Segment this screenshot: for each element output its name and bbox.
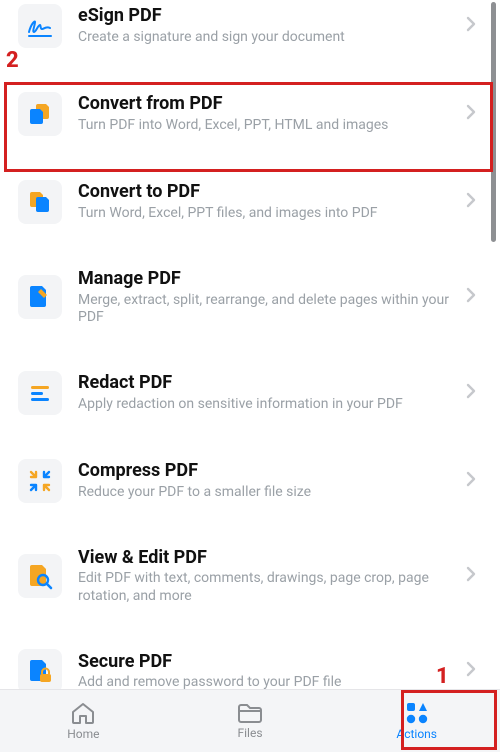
actions-icon xyxy=(405,701,429,725)
chevron-right-icon xyxy=(466,471,482,491)
item-text: Redact PDF Apply redaction on sensitive … xyxy=(78,372,450,413)
item-title: Redact PDF xyxy=(78,372,450,394)
folder-icon xyxy=(236,702,264,724)
item-subtitle: Reduce your PDF to a smaller file size xyxy=(78,484,450,502)
scroll-indicator[interactable] xyxy=(491,2,496,242)
manage-icon xyxy=(18,275,62,319)
chevron-right-icon xyxy=(466,192,482,212)
chevron-right-icon xyxy=(466,16,482,36)
item-title: Compress PDF xyxy=(78,460,450,482)
item-title: Secure PDF xyxy=(78,651,450,673)
esign-icon xyxy=(18,4,62,48)
redact-icon xyxy=(18,371,62,415)
chevron-right-icon xyxy=(466,661,482,681)
compress-icon xyxy=(18,459,62,503)
item-text: Compress PDF Reduce your PDF to a smalle… xyxy=(78,460,450,501)
item-subtitle: Edit PDF with text, comments, drawings, … xyxy=(78,570,450,605)
tab-label: Home xyxy=(67,727,99,741)
item-text: Manage PDF Merge, extract, split, rearra… xyxy=(78,268,450,327)
item-title: Convert from PDF xyxy=(78,93,450,115)
chevron-right-icon xyxy=(466,104,482,124)
item-compress-pdf[interactable]: Compress PDF Reduce your PDF to a smalle… xyxy=(0,445,500,517)
item-title: eSign PDF xyxy=(78,5,450,27)
item-subtitle: Apply redaction on sensitive information… xyxy=(78,396,450,414)
tab-actions[interactable]: Actions xyxy=(333,690,500,752)
tab-bar: Home Files Actions xyxy=(0,689,500,752)
secure-icon xyxy=(18,649,62,690)
chevron-right-icon xyxy=(466,566,482,586)
view-edit-icon xyxy=(18,554,62,598)
item-text: View & Edit PDF Edit PDF with text, comm… xyxy=(78,547,450,606)
tab-files[interactable]: Files xyxy=(167,690,334,752)
screen: eSign PDF Create a signature and sign yo… xyxy=(0,0,500,752)
item-manage-pdf[interactable]: Manage PDF Merge, extract, split, rearra… xyxy=(0,254,500,341)
chevron-right-icon xyxy=(466,287,482,307)
tab-label: Actions xyxy=(396,727,437,741)
chevron-right-icon xyxy=(466,383,482,403)
item-text: Convert from PDF Turn PDF into Word, Exc… xyxy=(78,93,450,134)
item-subtitle: Turn Word, Excel, PPT files, and images … xyxy=(78,205,450,223)
item-view-edit-pdf[interactable]: View & Edit PDF Edit PDF with text, comm… xyxy=(0,533,500,620)
actions-list: eSign PDF Create a signature and sign yo… xyxy=(0,0,500,690)
tab-label: Files xyxy=(237,726,262,740)
home-icon xyxy=(70,701,96,725)
item-text: Convert to PDF Turn Word, Excel, PPT fil… xyxy=(78,181,450,222)
item-redact-pdf[interactable]: Redact PDF Apply redaction on sensitive … xyxy=(0,357,500,429)
tab-home[interactable]: Home xyxy=(0,690,167,752)
item-subtitle: Merge, extract, split, rearrange, and de… xyxy=(78,292,450,327)
item-title: Manage PDF xyxy=(78,268,450,290)
item-title: Convert to PDF xyxy=(78,181,450,203)
item-subtitle: Turn PDF into Word, Excel, PPT, HTML and… xyxy=(78,117,450,135)
item-title: View & Edit PDF xyxy=(78,547,450,569)
item-secure-pdf[interactable]: Secure PDF Add and remove password to yo… xyxy=(0,635,500,690)
item-convert-to-pdf[interactable]: Convert to PDF Turn Word, Excel, PPT fil… xyxy=(0,166,500,238)
convert-to-icon xyxy=(18,180,62,224)
item-esign-pdf[interactable]: eSign PDF Create a signature and sign yo… xyxy=(0,0,500,62)
item-convert-from-pdf[interactable]: Convert from PDF Turn PDF into Word, Exc… xyxy=(0,78,500,150)
convert-from-icon xyxy=(18,92,62,136)
item-subtitle: Create a signature and sign your documen… xyxy=(78,29,450,47)
item-text: eSign PDF Create a signature and sign yo… xyxy=(78,5,450,46)
item-subtitle: Add and remove password to your PDF file xyxy=(78,674,450,690)
item-text: Secure PDF Add and remove password to yo… xyxy=(78,651,450,690)
